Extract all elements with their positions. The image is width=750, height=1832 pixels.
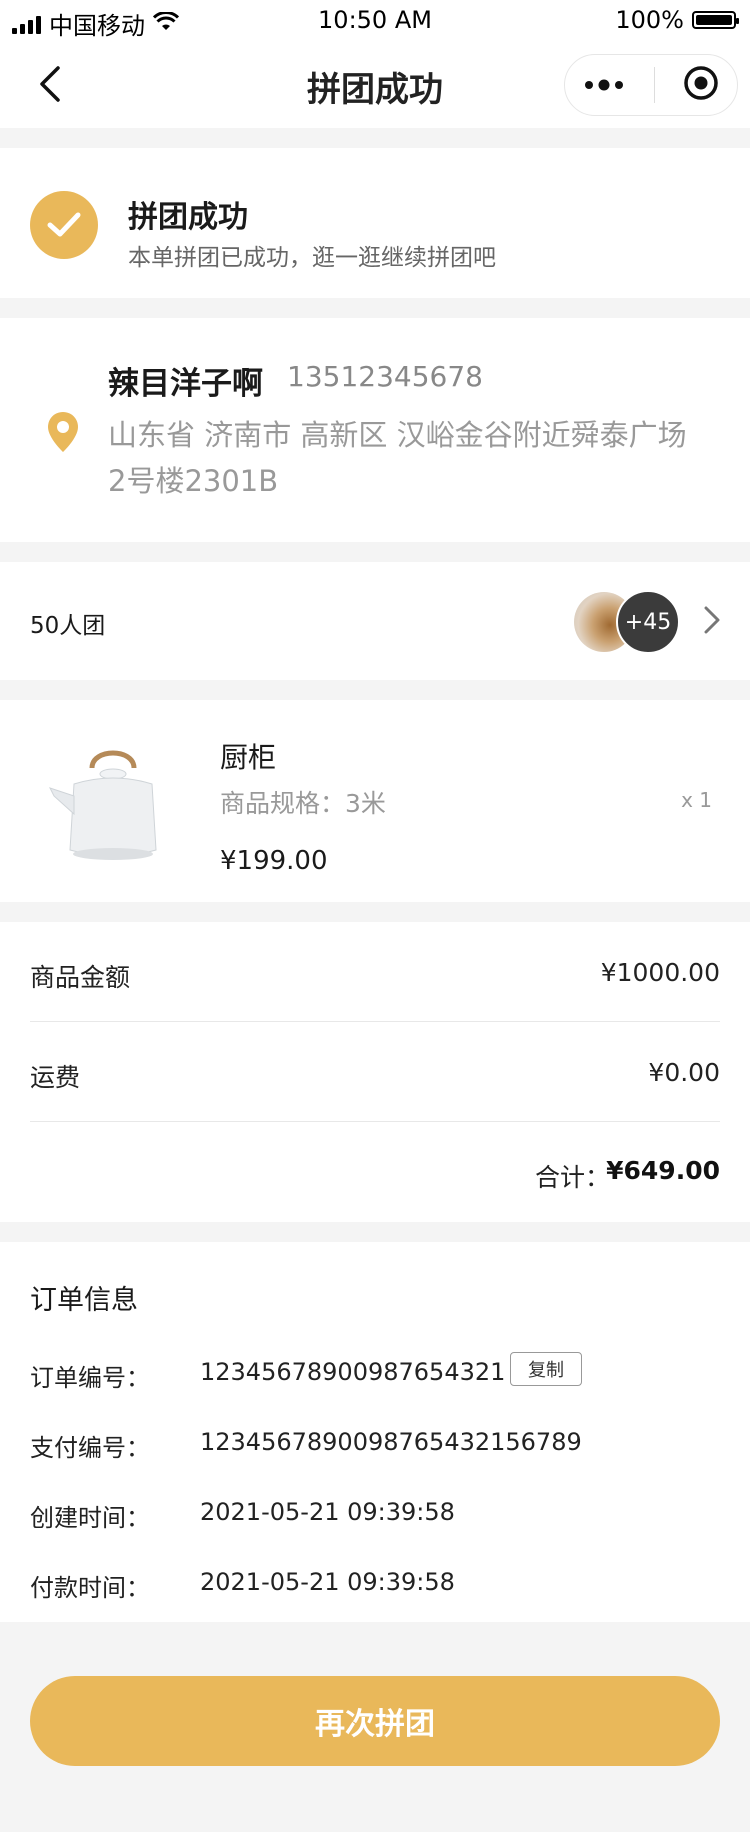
goods-amount-row: 商品金额 ¥1000.00 bbox=[30, 922, 720, 1022]
total-row: 合计： ¥649.00 bbox=[30, 1122, 720, 1222]
more-dots-icon bbox=[585, 79, 623, 90]
mini-program-capsule bbox=[564, 54, 738, 116]
product-spec: 商品规格：3米 bbox=[220, 789, 386, 818]
status-right: 100% bbox=[615, 6, 739, 34]
shipping-row: 运费 ¥0.00 bbox=[30, 1022, 720, 1122]
receiver-name: 辣目洋子啊 bbox=[108, 366, 263, 402]
product-name: 厨柜 bbox=[220, 741, 277, 774]
product-quantity: x 1 bbox=[681, 788, 712, 812]
status-bar: 中国移动 10:50 AM 100% bbox=[0, 0, 750, 40]
amount-section: 商品金额 ¥1000.00 运费 ¥0.00 合计： ¥649.00 bbox=[0, 922, 750, 1222]
product-price: ¥199.00 bbox=[220, 846, 328, 876]
address-section: 辣目洋子啊 13512345678 山东省 济南市 高新区 汉峪金谷附近舜泰广场… bbox=[0, 318, 750, 542]
created-time-value: 2021-05-21 09:39:58 bbox=[200, 1498, 455, 1526]
product-image bbox=[44, 738, 174, 868]
order-number-value: 12345678900987654321 bbox=[200, 1358, 506, 1386]
order-info-title: 订单信息 bbox=[30, 1285, 138, 1316]
goods-amount-label: 商品金额 bbox=[30, 963, 131, 992]
paid-time-label: 付款时间： bbox=[30, 1574, 150, 1602]
chevron-right-icon[interactable] bbox=[704, 606, 720, 638]
regroup-button[interactable]: 再次拼团 bbox=[30, 1676, 720, 1766]
paid-time-value: 2021-05-21 09:39:58 bbox=[200, 1568, 455, 1596]
battery-percent: 100% bbox=[615, 6, 684, 34]
close-miniprogram-button[interactable] bbox=[683, 65, 719, 105]
payment-number-label: 支付编号： bbox=[30, 1434, 150, 1462]
check-icon bbox=[47, 212, 81, 237]
payment-number-value: 1234567890098765432156789 bbox=[200, 1428, 582, 1456]
product-section: 厨柜 商品规格：3米 x 1 ¥199.00 bbox=[0, 700, 750, 902]
goods-amount-value: ¥1000.00 bbox=[600, 958, 720, 987]
success-badge bbox=[30, 191, 98, 259]
location-pin-icon bbox=[46, 410, 80, 458]
more-button[interactable] bbox=[583, 76, 625, 95]
order-info-section: 订单信息 订单编号： 12345678900987654321 复制 支付编号：… bbox=[0, 1242, 750, 1622]
member-more-count: +45 bbox=[624, 609, 672, 635]
shipping-label: 运费 bbox=[30, 1063, 81, 1092]
shipping-value: ¥0.00 bbox=[648, 1058, 720, 1087]
battery-icon bbox=[692, 11, 739, 29]
receiver-phone: 13512345678 bbox=[287, 360, 483, 393]
total-value: ¥649.00 bbox=[606, 1156, 720, 1185]
group-section[interactable]: 50人团 +45 bbox=[0, 562, 750, 680]
group-size-label: 50人团 bbox=[30, 613, 106, 639]
member-more-avatar: +45 bbox=[616, 590, 680, 654]
success-subtitle: 本单拼团已成功，逛一逛继续拼团吧 bbox=[128, 245, 496, 271]
copy-button[interactable]: 复制 bbox=[510, 1352, 582, 1386]
nav-bar: 拼团成功 bbox=[0, 40, 750, 128]
created-time-label: 创建时间： bbox=[30, 1504, 150, 1532]
target-icon bbox=[684, 66, 718, 100]
receiver-address: 山东省 济南市 高新区 汉峪金谷附近舜泰广场2号楼2301B bbox=[108, 418, 687, 498]
total-label: 合计： bbox=[534, 1163, 610, 1192]
order-number-label: 订单编号： bbox=[30, 1364, 150, 1392]
capsule-divider bbox=[653, 67, 655, 103]
success-section: 拼团成功 本单拼团已成功，逛一逛继续拼团吧 bbox=[0, 148, 750, 298]
success-title: 拼团成功 bbox=[128, 200, 248, 235]
